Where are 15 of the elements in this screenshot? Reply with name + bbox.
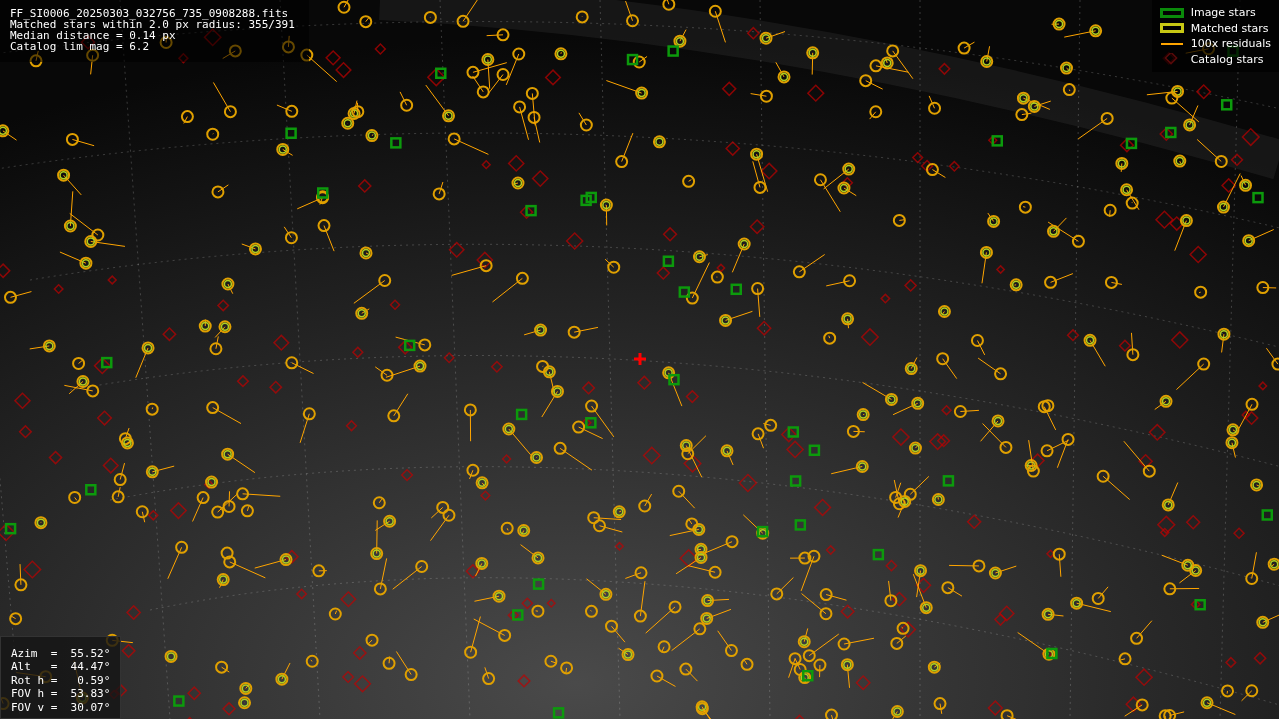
info-line: FF_SI0006_20250303_032756_735_0908288.fits	[10, 8, 290, 19]
pointing-line: Alt = 44.47°	[11, 660, 112, 674]
info-line: Matched stars within 2.0 px radius: 355/391	[10, 19, 295, 30]
pointing-line: Rot h = 0.59°	[11, 673, 112, 687]
pointing-line: FOV h = 53.83°	[11, 687, 112, 701]
square-symbol-icon	[1159, 6, 1184, 19]
pointing-line: FOV v = 30.07°	[11, 700, 112, 714]
info-line: Catalog lim mag = 6.2	[10, 41, 151, 52]
pointing-line: Azim = 55.52°	[11, 646, 112, 660]
legend-label: Catalog stars	[1190, 52, 1264, 66]
square-symbol-icon	[1159, 22, 1184, 35]
legend-label: Image stars	[1190, 6, 1256, 20]
legend-label: Matched stars	[1190, 21, 1269, 35]
legend-label: 100x residuals	[1190, 37, 1271, 51]
info-line: Median distance = 0.14 px	[10, 30, 176, 41]
